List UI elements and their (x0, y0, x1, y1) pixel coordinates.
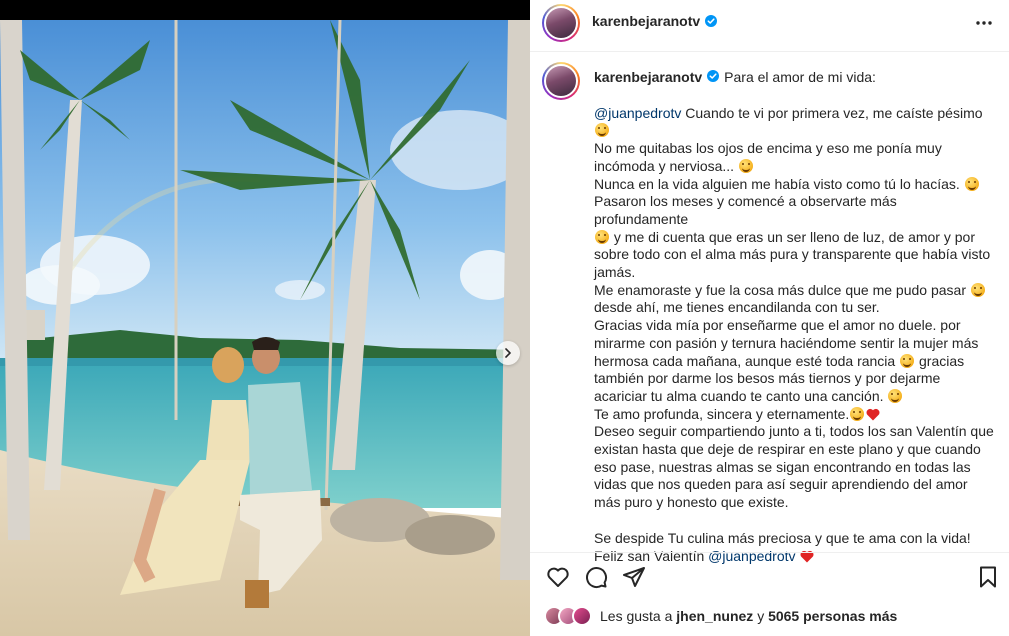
caption-author-avatar[interactable] (542, 62, 580, 100)
heart-icon (547, 567, 569, 587)
caption-text: karenbejaranotv Para el amor de mi vida:… (594, 69, 994, 565)
chevron-right-icon (505, 348, 511, 358)
post-caption: karenbejaranotv Para el amor de mi vida:… (530, 52, 1009, 564)
comment-button[interactable] (584, 565, 608, 589)
post-side-panel: karenbejaranotv karenbejaranotv Para el … (530, 0, 1009, 636)
author-username[interactable]: karenbejaranotv (592, 13, 700, 29)
save-button[interactable] (976, 565, 1000, 589)
likes-connector: y (757, 608, 765, 624)
likes-summary: Les gusta a jhen_nunez y 5065 personas m… (544, 604, 897, 628)
post-actions (530, 552, 1009, 600)
post-photo-area (0, 0, 530, 636)
winking-emoji-icon (738, 158, 753, 173)
author-avatar[interactable] (542, 4, 580, 42)
heart-eyes-emoji-icon (970, 282, 985, 297)
author-info: karenbejaranotv (592, 13, 718, 29)
laughing-emoji-icon (595, 123, 609, 138)
red-heart-emoji-icon (866, 408, 880, 421)
caption-paragraph: @juanpedrotv Cuando te vi por primera ve… (594, 104, 994, 511)
mention-link[interactable]: @juanpedrotv (594, 105, 681, 121)
grinning-emoji-icon (595, 229, 609, 244)
likes-prefix: Les gusta a (600, 608, 673, 624)
likes-count[interactable]: 5065 personas más (768, 608, 897, 624)
carousel-next-button[interactable] (496, 341, 520, 365)
liker-username[interactable]: jhen_nunez (676, 608, 753, 624)
like-button[interactable] (546, 565, 570, 589)
smile-emoji-icon (888, 388, 903, 403)
paper-plane-icon (623, 567, 645, 587)
blushing-emoji-icon (964, 176, 979, 191)
liker-avatars (544, 606, 592, 626)
grinning-sweat-emoji-icon (900, 353, 915, 368)
verified-badge-icon (705, 15, 718, 27)
post-photo[interactable] (0, 20, 530, 636)
caption-first-line: karenbejaranotv Para el amor de mi vida: (594, 69, 994, 87)
ellipsis-icon[interactable] (974, 13, 994, 33)
bookmark-icon (980, 566, 996, 588)
comment-icon (586, 567, 608, 589)
caption-username[interactable]: karenbejaranotv (594, 69, 702, 87)
photo-top-bar (0, 0, 530, 20)
verified-badge-icon (707, 70, 720, 82)
share-button[interactable] (622, 565, 646, 589)
beach-swing-photo (0, 20, 530, 636)
avatar (572, 606, 592, 626)
caption-intro: Para el amor de mi vida: (724, 69, 876, 85)
post-header: karenbejaranotv (530, 0, 1009, 52)
smile-emoji-icon (850, 406, 865, 421)
